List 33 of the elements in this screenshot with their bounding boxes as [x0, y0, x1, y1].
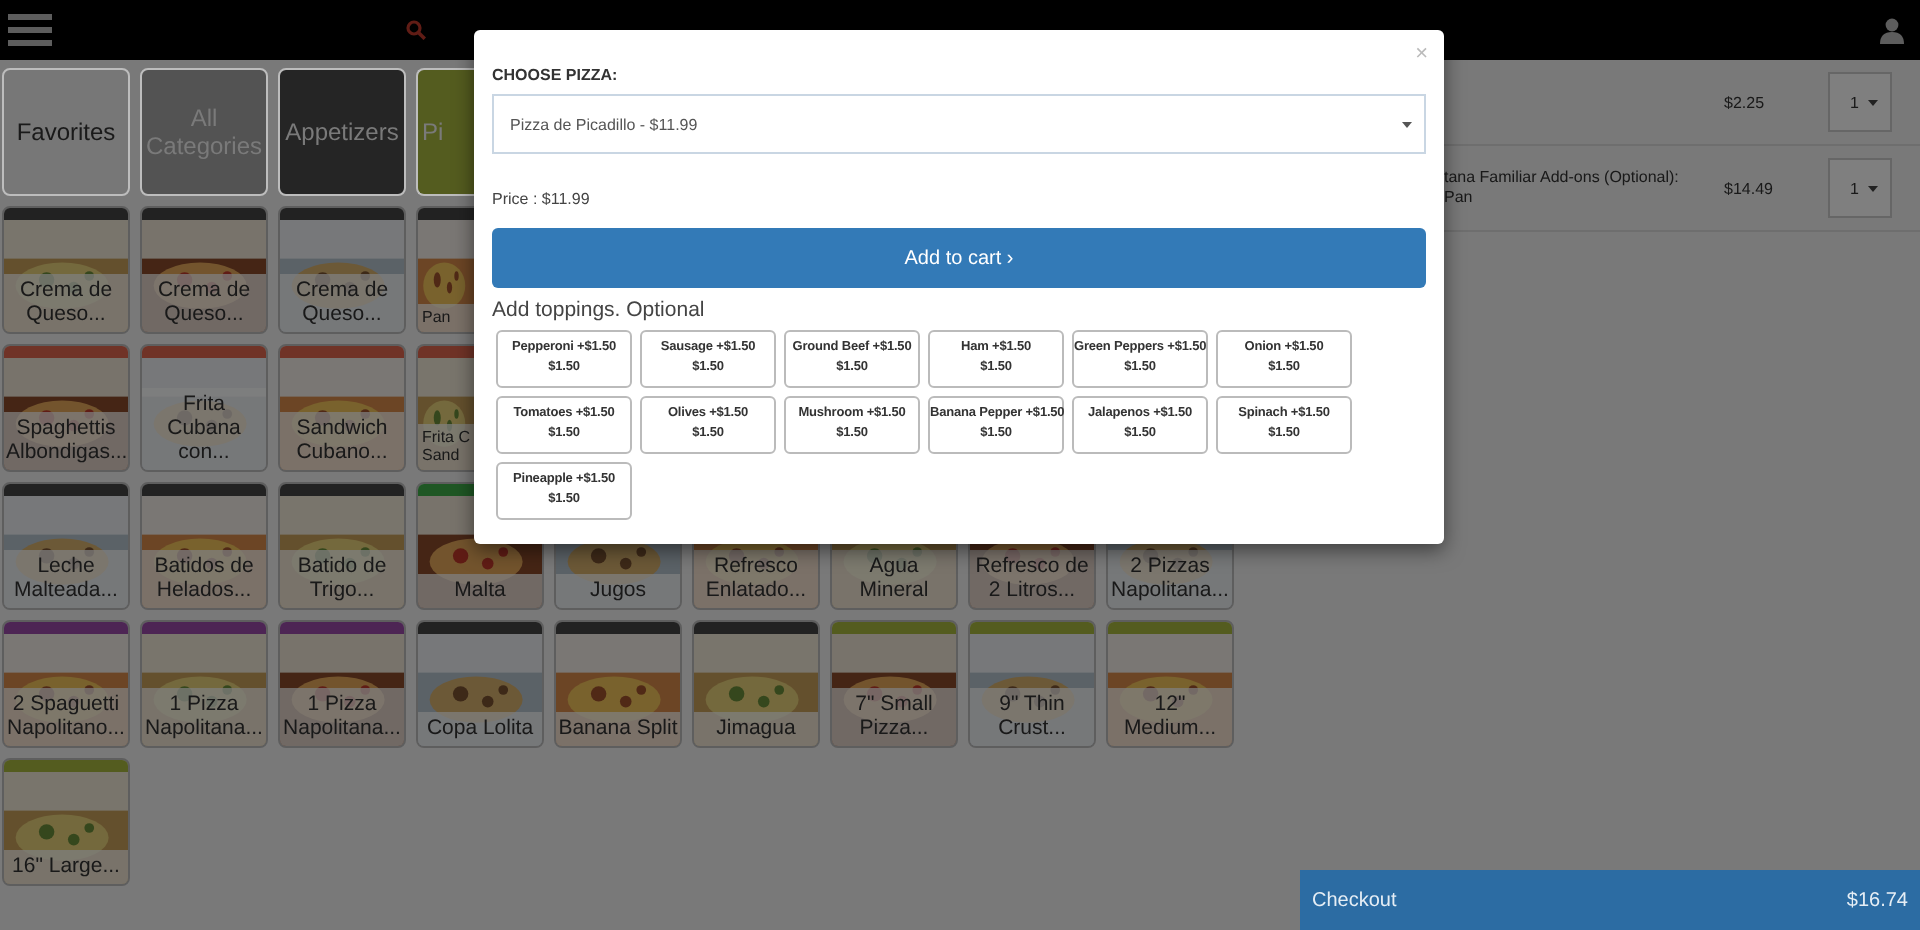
product-name: Frita Cubana con...	[142, 387, 266, 470]
product-name: 7" Small Pizza...	[832, 687, 956, 746]
product-name: 1 Pizza Napolitana...	[280, 687, 404, 746]
product-name: Crema de Queso...	[142, 273, 266, 332]
product-name: Refresco Enlatado...	[694, 549, 818, 608]
product-name: Leche Malteada...	[4, 549, 128, 608]
product-name: Refresco de 2 Litros...	[970, 549, 1094, 608]
product-name: 12" Medium...	[1108, 687, 1232, 746]
product-name: Sandwich Cubano...	[280, 411, 404, 470]
product-name: Agua Mineral	[832, 549, 956, 608]
product-name: Jimagua	[694, 711, 818, 746]
product-name: Spaghettis Albondigas...	[4, 411, 128, 470]
item-price: $14.49	[1724, 179, 1775, 197]
product-name: Crema de Queso...	[4, 273, 128, 332]
product-name: Batido de Trigo...	[280, 549, 404, 608]
product-name: Jugos	[556, 573, 680, 608]
product-name: 2 Pizzas Napolitana...	[1108, 549, 1232, 608]
product-name: Banana Split	[556, 711, 680, 746]
product-name: Copa Lolita	[418, 711, 542, 746]
product-name: 9" Thin Crust...	[970, 687, 1094, 746]
price-text: Price : $11.99	[492, 190, 592, 208]
product-name: Malta	[418, 573, 542, 608]
product-name: Frita C Sand	[418, 423, 474, 470]
dialog-heading: CHOOSE PIZZA:	[492, 66, 620, 84]
product-name: 16" Large...	[4, 849, 128, 884]
item-name: tana Familiar Add-ons (Optional): Pan	[1444, 168, 1681, 208]
product-name: Pan	[418, 303, 474, 332]
item-price: $2.25	[1724, 93, 1767, 111]
toppings-title: Add toppings. Optional	[492, 298, 707, 322]
product-name: 2 Spaguetti Napolitano...	[4, 687, 128, 746]
product-name: 1 Pizza Napolitana...	[142, 687, 266, 746]
product-name: Batidos de Helados...	[142, 549, 266, 608]
product-name: Crema de Queso...	[280, 273, 404, 332]
